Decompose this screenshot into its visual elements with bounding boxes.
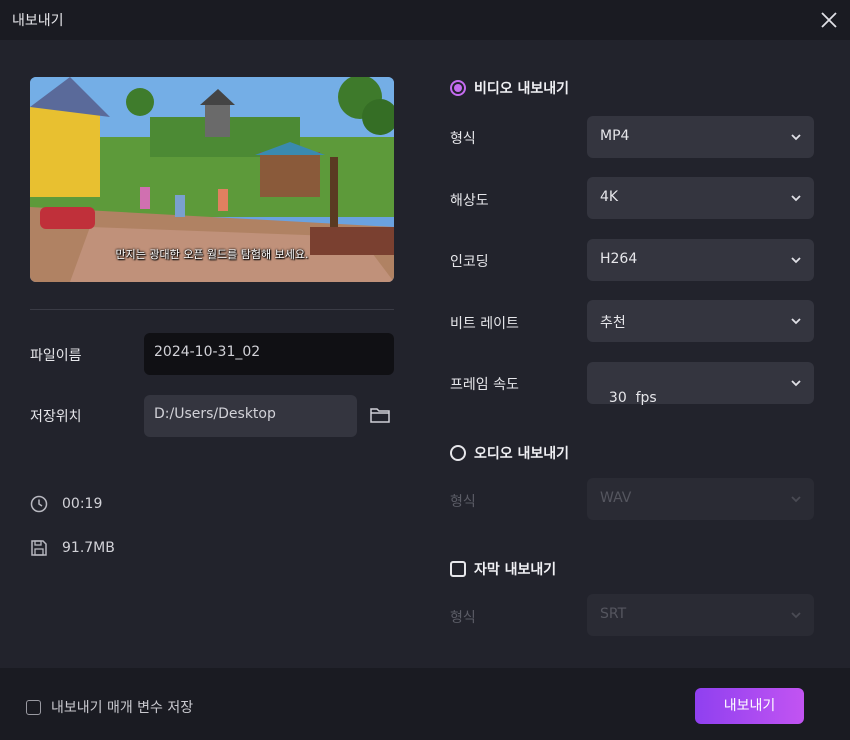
framerate-label: 프레임 속도 [450, 377, 519, 393]
divider [30, 309, 394, 310]
subtitle-format-label: 형식 [450, 610, 476, 626]
video-export-option[interactable]: 비디오 내보내기 [450, 78, 569, 98]
clock-icon [30, 495, 48, 513]
video-format-select[interactable]: MP4 [587, 116, 814, 158]
bitrate-value: 추천 [600, 315, 626, 331]
framerate-value: 30 fps [608, 390, 657, 406]
folder-icon[interactable] [369, 404, 391, 426]
checkbox-icon[interactable] [450, 561, 466, 577]
chevron-down-icon [791, 318, 801, 325]
resolution-select[interactable]: 4K [587, 177, 814, 219]
duration-info: 00:19 [30, 495, 102, 513]
chevron-down-icon [791, 134, 801, 141]
save-params-label: 내보내기 매개 변수 저장 [51, 700, 194, 716]
subtitle-format-value: SRT [600, 606, 627, 622]
chevron-down-icon [791, 612, 801, 619]
preview-subtitle: 만지는 광대한 오픈 월드를 탐험해 보세요. [115, 248, 309, 261]
subtitle-export-option[interactable]: 자막 내보내기 [450, 559, 556, 579]
subtitle-format-select: SRT [587, 594, 814, 636]
bitrate-select[interactable]: 추천 [587, 300, 814, 342]
save-location-field[interactable]: D:/Users/Desktop [144, 395, 357, 437]
chevron-down-icon [791, 257, 801, 264]
encoding-select[interactable]: H264 [587, 239, 814, 281]
size-value: 91.7MB [62, 540, 115, 556]
resolution-label: 해상도 [450, 193, 489, 209]
audio-format-select: WAV [587, 478, 814, 520]
framerate-select[interactable]: 30 fps [587, 362, 814, 406]
size-info: 91.7MB [30, 539, 115, 557]
chevron-down-icon [791, 380, 801, 387]
title-bar: 내보내기 [0, 0, 850, 40]
file-name-label: 파일이름 [30, 348, 82, 364]
close-icon[interactable] [818, 9, 840, 31]
checkbox-icon[interactable] [26, 699, 41, 715]
audio-format-label: 형식 [450, 494, 476, 510]
save-params-checkbox[interactable]: 내보내기 매개 변수 저장 [26, 697, 193, 717]
video-preview: 만지는 광대한 오픈 월드를 탐험해 보세요. [30, 77, 394, 282]
encoding-value: H264 [600, 251, 638, 267]
audio-export-label: 오디오 내보내기 [474, 446, 570, 462]
radio-selected-icon[interactable] [450, 80, 466, 96]
audio-format-value: WAV [600, 490, 632, 506]
window-title: 내보내기 [12, 13, 64, 29]
radio-unselected-icon[interactable] [450, 445, 466, 461]
file-name-input[interactable]: 2024-10-31_02 [144, 333, 394, 375]
chevron-down-icon [791, 496, 801, 503]
subtitle-export-label: 자막 내보내기 [474, 562, 557, 578]
save-location-label: 저장위치 [30, 409, 82, 425]
duration-value: 00:19 [62, 496, 103, 512]
bitrate-label: 비트 레이트 [450, 316, 519, 332]
export-button[interactable]: 내보내기 [695, 688, 804, 724]
save-icon [31, 540, 47, 556]
chevron-down-icon [791, 195, 801, 202]
encoding-label: 인코딩 [450, 254, 489, 270]
audio-export-option[interactable]: 오디오 내보내기 [450, 443, 569, 463]
video-format-value: MP4 [600, 128, 630, 144]
video-export-label: 비디오 내보내기 [474, 81, 570, 97]
resolution-value: 4K [600, 189, 619, 205]
video-format-label: 형식 [450, 131, 476, 147]
